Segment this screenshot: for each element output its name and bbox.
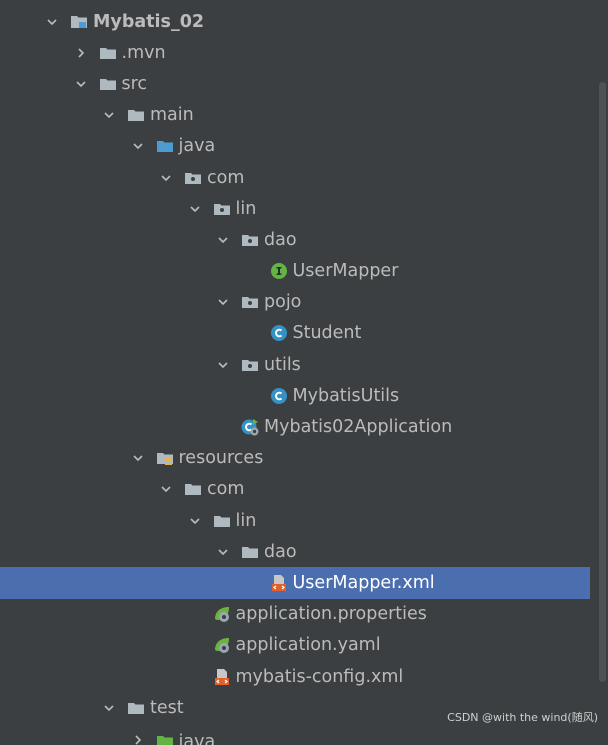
tree-row[interactable]: pojo xyxy=(0,287,590,318)
package-icon xyxy=(241,356,259,374)
tree-row[interactable]: main xyxy=(0,100,590,131)
package-icon xyxy=(241,231,259,249)
folder-icon xyxy=(127,106,145,124)
tree-row-label: Student xyxy=(292,323,362,344)
folder-icon xyxy=(213,512,231,530)
chevron-down-icon[interactable] xyxy=(215,232,231,248)
tree-row[interactable]: lin xyxy=(0,505,590,536)
folder-icon xyxy=(127,699,145,717)
tree-row[interactable]: .mvn xyxy=(0,37,590,68)
tree-row-label: dao xyxy=(264,229,297,250)
tree-row[interactable]: application.yaml xyxy=(0,630,590,661)
tree-row[interactable]: UserMapper.xml xyxy=(0,567,590,599)
tree-row[interactable]: dao xyxy=(0,536,590,567)
xml-file-icon xyxy=(213,668,231,686)
tree-row[interactable]: resources xyxy=(0,443,590,474)
class-icon xyxy=(270,387,288,405)
tree-row-label: mybatis-config.xml xyxy=(235,666,404,687)
tree-row-label: com xyxy=(207,167,245,188)
chevron-down-icon[interactable] xyxy=(101,107,117,123)
tree-row-label: Mybatis02Application xyxy=(264,417,453,438)
chevron-down-icon[interactable] xyxy=(73,76,89,92)
chevron-down-icon[interactable] xyxy=(215,544,231,560)
tree-row[interactable]: application.properties xyxy=(0,599,590,630)
tree-row-label: main xyxy=(150,105,194,126)
chevron-right-icon[interactable] xyxy=(73,45,89,61)
tree-row-label: UserMapper xyxy=(292,261,399,282)
tree-row-label: Mybatis_02 xyxy=(93,11,205,32)
watermark: CSDN @with the wind(随风) xyxy=(447,711,598,724)
source-folder-icon xyxy=(156,137,174,155)
chevron-down-icon[interactable] xyxy=(130,138,146,154)
chevron-down-icon[interactable] xyxy=(158,481,174,497)
tree-row[interactable]: mybatis-config.xml xyxy=(0,661,590,692)
tree-row[interactable]: Mybatis_02 xyxy=(0,6,590,37)
chevron-down-icon[interactable] xyxy=(44,14,60,30)
chevron-down-icon[interactable] xyxy=(215,294,231,310)
xml-file-icon xyxy=(270,574,288,592)
tree-row-label: application.properties xyxy=(235,604,427,625)
chevron-down-icon[interactable] xyxy=(101,700,117,716)
chevron-down-icon[interactable] xyxy=(215,357,231,373)
package-icon xyxy=(213,200,231,218)
project-tree[interactable]: Mybatis_02 .mvn src main java com lin dao UserMa… xyxy=(0,6,590,745)
tree-row-label: lin xyxy=(235,198,257,219)
tree-row-label: src xyxy=(121,73,148,94)
chevron-down-icon[interactable] xyxy=(130,450,146,466)
tree-row[interactable]: src xyxy=(0,68,590,99)
module-folder-icon xyxy=(70,13,88,31)
tree-row-label: lin xyxy=(235,510,257,531)
folder-icon xyxy=(99,75,117,93)
tree-row-label: .mvn xyxy=(121,42,166,63)
tree-row-label: resources xyxy=(178,448,264,469)
tree-row-label: utils xyxy=(264,354,301,375)
tree-row[interactable]: MybatisUtils xyxy=(0,380,590,411)
tree-row[interactable]: lin xyxy=(0,193,590,224)
tree-row-label: test xyxy=(150,697,184,718)
vertical-scrollbar[interactable] xyxy=(599,82,606,682)
spring-boot-class-icon xyxy=(241,418,259,436)
tree-row[interactable]: java xyxy=(0,131,590,162)
tree-row-label: pojo xyxy=(264,292,302,313)
tree-row[interactable]: com xyxy=(0,162,590,193)
package-icon xyxy=(184,169,202,187)
tree-row[interactable]: UserMapper xyxy=(0,256,590,287)
tree-row[interactable]: Mybatis02Application xyxy=(0,411,590,442)
tree-row-label: application.yaml xyxy=(235,635,381,656)
chevron-down-icon[interactable] xyxy=(187,513,203,529)
tree-row[interactable]: dao xyxy=(0,224,590,255)
tree-row[interactable]: utils xyxy=(0,349,590,380)
tree-row[interactable]: com xyxy=(0,474,590,505)
tree-row[interactable]: Student xyxy=(0,318,590,349)
interface-icon xyxy=(270,262,288,280)
tree-row-label: com xyxy=(207,479,245,500)
folder-icon xyxy=(99,44,117,62)
chevron-down-icon[interactable] xyxy=(187,201,203,217)
tree-row-label: dao xyxy=(264,541,297,562)
chevron-down-icon[interactable] xyxy=(158,170,174,186)
folder-icon xyxy=(241,543,259,561)
resources-folder-icon xyxy=(156,449,174,467)
tree-row-label: UserMapper.xml xyxy=(292,572,435,593)
tree-row-label: java xyxy=(178,136,216,157)
tree-row[interactable]: java xyxy=(0,723,590,745)
spring-config-icon xyxy=(213,636,231,654)
folder-icon xyxy=(184,480,202,498)
package-icon xyxy=(241,293,259,311)
spring-config-icon xyxy=(213,605,231,623)
class-icon xyxy=(270,324,288,342)
tree-row-label: MybatisUtils xyxy=(292,385,400,406)
